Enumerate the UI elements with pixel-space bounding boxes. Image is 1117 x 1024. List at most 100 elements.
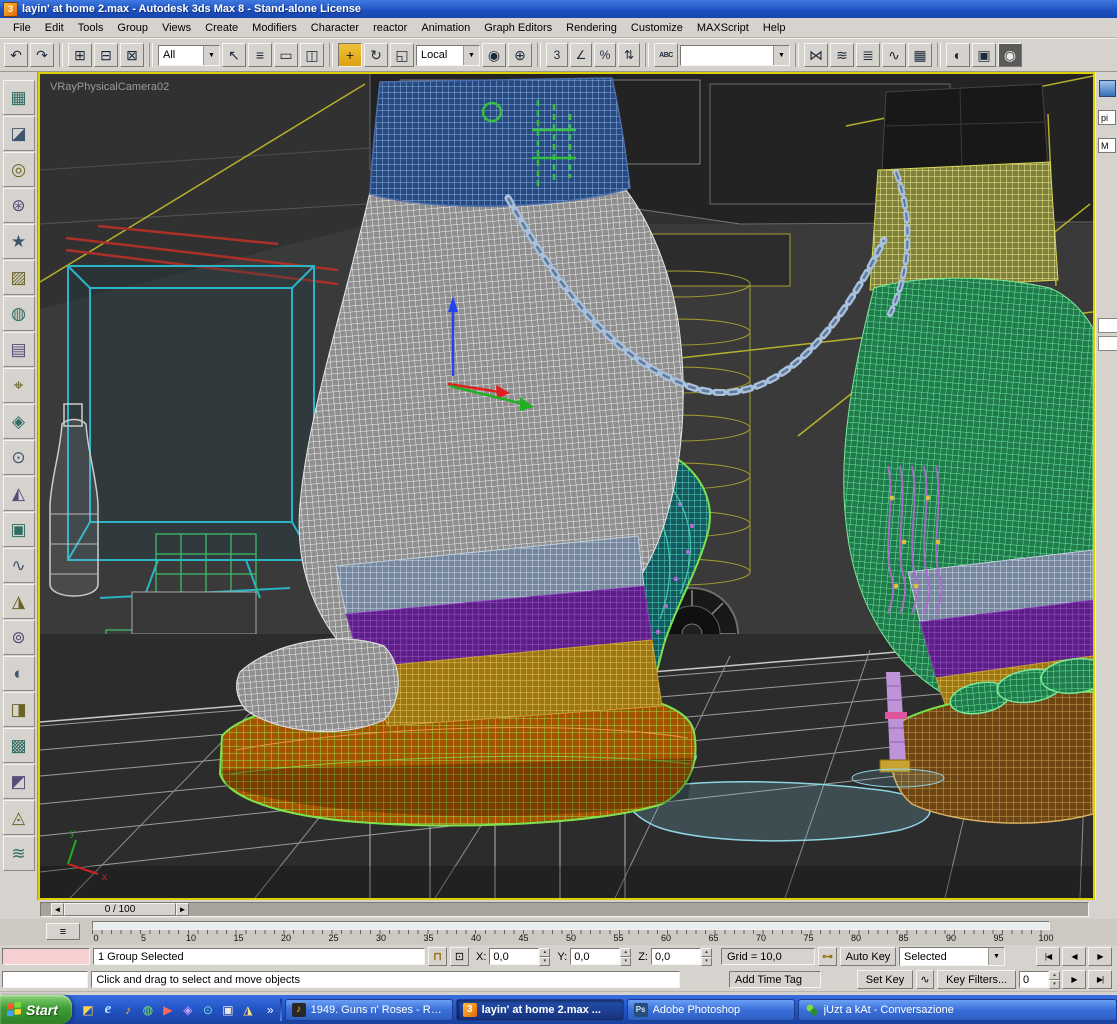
frame-spinner[interactable]: ▴ ▾ [1049, 971, 1060, 989]
menu-item-views[interactable]: Views [155, 20, 198, 36]
menu-item-create[interactable]: Create [198, 20, 245, 36]
select-and-scale-button[interactable]: ◱ [390, 43, 414, 67]
schematic-view-button[interactable]: ▦ [908, 43, 932, 67]
track-bar-key-area[interactable] [92, 921, 1050, 930]
current-frame-value[interactable]: 0 [1019, 971, 1049, 988]
left-toolbar-icon-11[interactable]: ⊙ [2, 440, 35, 475]
render-setup-button[interactable]: ▣ [972, 43, 996, 67]
x-value[interactable]: 0,0 [489, 948, 540, 965]
left-toolbar-icon-6[interactable]: ▨ [2, 260, 35, 295]
left-toolbar-icon-4[interactable]: ⊛ [2, 188, 35, 223]
x-spinner[interactable]: ▴ ▾ [539, 948, 551, 966]
reference-coordinate-system-dropdown[interactable]: Local ▼ [416, 44, 480, 66]
layer-manager-button[interactable]: ≣ [856, 43, 880, 67]
viewport-camera-label[interactable]: VRayPhysicalCamera02 [50, 81, 169, 93]
left-toolbar-icon-5[interactable]: ★ [2, 224, 35, 259]
left-toolbar-icon-21[interactable]: ◬ [2, 800, 35, 835]
set-key-mode-icon[interactable]: ⊶ [817, 947, 837, 966]
left-toolbar-icon-8[interactable]: ▤ [2, 332, 35, 367]
dropdown-arrow-icon[interactable]: ▼ [987, 948, 1004, 965]
go-to-start-button[interactable]: |◀ [1036, 947, 1060, 966]
previous-frame-button[interactable]: ◀ [1062, 947, 1086, 966]
left-toolbar-icon-14[interactable]: ∿ [2, 548, 35, 583]
spinner-snap-button[interactable]: ⇅ [618, 43, 640, 67]
menu-item-character[interactable]: Character [304, 20, 366, 36]
select-and-link-button[interactable]: ⊞ [68, 43, 92, 67]
current-frame-field[interactable]: 0 ▴ ▾ [1019, 971, 1060, 989]
z-value[interactable]: 0,0 [650, 948, 701, 965]
add-time-tag-pane[interactable]: Add Time Tag [728, 971, 822, 988]
snap-toggle-button[interactable]: 3 [546, 43, 568, 67]
next-frame-button[interactable]: ▶ [1062, 970, 1086, 989]
left-toolbar-icon-3[interactable]: ◎ [2, 152, 35, 187]
quick-launch-icon-9[interactable]: ◮ [239, 1001, 257, 1019]
time-slider-prev-button[interactable]: ◄ [51, 903, 64, 916]
task-button-messenger[interactable]: jUzt a kAt - Conversazione [797, 998, 1117, 1021]
maxscript-mini-listener-pink[interactable] [2, 948, 90, 965]
left-toolbar-icon-17[interactable]: ◐ [2, 656, 35, 691]
quick-launch-icon-7[interactable]: ⊙ [199, 1001, 217, 1019]
absolute-offset-toggle-button[interactable]: ⊡ [450, 947, 469, 966]
menu-item-customize[interactable]: Customize [624, 20, 690, 36]
select-by-name-button[interactable]: ≡ [248, 43, 272, 67]
unlink-selection-button[interactable]: ⊟ [94, 43, 118, 67]
curve-editor-button[interactable]: ∿ [882, 43, 906, 67]
task-button-3dsmax[interactable]: 3 layin' at home 2.max ... [455, 998, 624, 1021]
set-key-button[interactable]: Set Key [857, 970, 913, 989]
left-toolbar-icon-2[interactable]: ◪ [2, 116, 35, 151]
left-toolbar-icon-18[interactable]: ◨ [2, 692, 35, 727]
use-pivot-point-button[interactable]: ◉ [482, 43, 506, 67]
select-object-button[interactable]: ↖ [222, 43, 246, 67]
z-spinner[interactable]: ▴ ▾ [700, 948, 712, 966]
quick-launch-icon-8[interactable]: ▣ [219, 1001, 237, 1019]
play-animation-button[interactable]: ▶ [1088, 947, 1112, 966]
bind-to-spacewarp-button[interactable]: ⊠ [120, 43, 144, 67]
align-button[interactable]: ≋ [830, 43, 854, 67]
menu-item-rendering[interactable]: Rendering [559, 20, 624, 36]
side-panel-field-pi[interactable]: pi [1098, 110, 1116, 125]
left-toolbar-icon-10[interactable]: ◈ [2, 404, 35, 439]
selection-filter-dropdown[interactable]: All ▼ [158, 44, 220, 66]
dropdown-arrow-icon[interactable]: ▼ [773, 45, 789, 65]
left-toolbar-icon-1[interactable]: ▦ [2, 80, 35, 115]
menu-item-group[interactable]: Group [110, 20, 155, 36]
named-selection-dropdown[interactable]: ▼ [680, 44, 790, 66]
window-crossing-toggle-button[interactable]: ◫ [300, 43, 324, 67]
time-slider-handle[interactable]: 0 / 100 [64, 903, 176, 916]
mini-track-view-button[interactable]: ≡ [46, 923, 80, 940]
side-panel-blank-field[interactable] [1098, 336, 1117, 351]
left-toolbar-icon-7[interactable]: ◍ [2, 296, 35, 331]
undo-button[interactable]: ↶ [4, 43, 28, 67]
auto-key-button[interactable]: Auto Key [839, 947, 896, 966]
menu-item-graph-editors[interactable]: Graph Editors [477, 20, 559, 36]
task-button-winamp[interactable]: ♪ 1949. Guns n' Roses - Ra... [284, 998, 453, 1021]
z-coordinate-field[interactable]: 0,0 ▴ ▾ [650, 948, 712, 966]
x-coordinate-field[interactable]: 0,0 ▴ ▾ [489, 948, 551, 966]
left-toolbar-icon-22[interactable]: ≋ [2, 836, 35, 871]
edit-named-selections-button[interactable]: ABC [654, 43, 678, 67]
quick-launch-icon-6[interactable]: ◈ [179, 1001, 197, 1019]
time-slider-track[interactable]: ◄ 0 / 100 ► [40, 902, 1089, 917]
command-panel-tab-icon[interactable] [1099, 80, 1116, 97]
rectangular-selection-region-button[interactable]: ▭ [274, 43, 298, 67]
y-spinner[interactable]: ▴ ▾ [620, 948, 632, 966]
side-panel-blank-field[interactable] [1098, 318, 1117, 333]
menu-item-maxscript[interactable]: MAXScript [690, 20, 756, 36]
redo-button[interactable]: ↷ [30, 43, 54, 67]
selection-lock-button[interactable]: ⊓ [428, 947, 447, 966]
maxscript-mini-listener-white[interactable] [2, 971, 89, 988]
left-toolbar-icon-19[interactable]: ▩ [2, 728, 35, 763]
angle-snap-button[interactable]: ∠ [570, 43, 592, 67]
key-filter-curve-button[interactable]: ∿ [915, 970, 935, 989]
left-toolbar-icon-12[interactable]: ◭ [2, 476, 35, 511]
dropdown-arrow-icon[interactable]: ▼ [463, 45, 479, 65]
select-and-move-button[interactable]: + [338, 43, 362, 67]
start-button[interactable]: Start [0, 995, 72, 1024]
mirror-button[interactable]: ⋈ [804, 43, 828, 67]
left-toolbar-icon-15[interactable]: ◮ [2, 584, 35, 619]
go-to-end-button[interactable]: ▶| [1088, 970, 1112, 989]
time-slider-next-button[interactable]: ► [176, 903, 189, 916]
selected-set-dropdown[interactable]: Selected ▼ [898, 947, 1005, 966]
menu-item-edit[interactable]: Edit [38, 20, 71, 36]
menu-item-reactor[interactable]: reactor [366, 20, 414, 36]
